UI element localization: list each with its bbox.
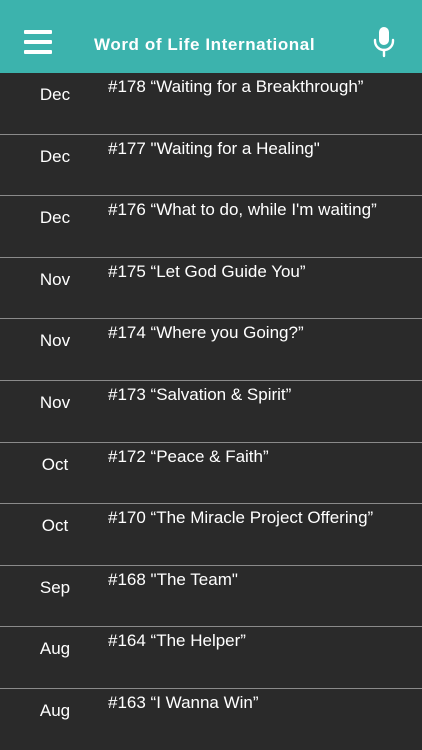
hamburger-menu-icon[interactable] xyxy=(24,30,52,55)
sermon-title: #173 “Salvation & Spirit” xyxy=(108,384,292,404)
app-header: Word of Life International xyxy=(0,0,422,73)
sermon-month: Sep xyxy=(39,577,71,597)
sermon-title: #172 “Peace & Faith” xyxy=(108,446,269,466)
sermon-list-item[interactable]: Oct #172 “Peace & Faith” xyxy=(0,442,422,505)
sermon-month: Dec xyxy=(39,85,71,104)
microphone-icon-glyph xyxy=(373,27,395,58)
microphone-icon[interactable] xyxy=(372,26,396,58)
sermon-title: #177 "Waiting for a Healing" xyxy=(108,138,320,158)
sermon-title: #168 "The Team" xyxy=(108,569,238,589)
menu-bar xyxy=(24,50,52,54)
sermon-month: Aug xyxy=(39,639,71,659)
sermon-list-item[interactable]: Aug #163 “I Wanna Win” xyxy=(0,688,422,750)
sermon-list: Dec #178 “Waiting for a Breakthrough” De… xyxy=(0,73,422,750)
sermon-month: Nov xyxy=(39,269,71,289)
sermon-month: Oct xyxy=(41,516,69,536)
menu-bar xyxy=(24,40,52,44)
sermon-list-item[interactable]: Sep #168 "The Team" xyxy=(0,565,422,628)
sermon-month: Nov xyxy=(39,392,71,412)
sermon-list-item[interactable]: Nov #174 “Where you Going?” xyxy=(0,319,422,381)
sermon-title: #176 “What to do, while I'm waiting” xyxy=(108,200,377,220)
app-screen: Word of Life International Dec #178 “Wai… xyxy=(0,0,422,750)
sermon-list-item[interactable]: Aug #164 “The Helper” xyxy=(0,627,422,689)
sermon-title: #178 “Waiting for a Breakthrough” xyxy=(108,77,364,96)
sermon-month: Aug xyxy=(39,700,71,720)
app-title: Word of Life International xyxy=(94,35,316,54)
sermon-month: Dec xyxy=(39,208,71,228)
sermon-month: Nov xyxy=(39,331,71,351)
sermon-list-item[interactable]: Nov #173 “Salvation & Spirit” xyxy=(0,380,422,443)
sermon-list-item[interactable]: Nov #175 “Let God Guide You” xyxy=(0,257,422,320)
sermon-list-item[interactable]: Dec #177 "Waiting for a Healing" xyxy=(0,134,422,197)
sermon-title: #175 “Let God Guide You” xyxy=(108,261,306,281)
sermon-title: #174 “Where you Going?” xyxy=(108,323,304,343)
sermon-list-item[interactable]: Dec #176 “What to do, while I'm waiting” xyxy=(0,196,422,258)
sermon-list-item[interactable]: Oct #170 “The Miracle Project Offering” xyxy=(0,504,422,566)
sermon-title: #163 “I Wanna Win” xyxy=(108,692,259,712)
sermon-list-item[interactable]: Dec #178 “Waiting for a Breakthrough” xyxy=(0,73,422,135)
menu-bar xyxy=(24,30,52,34)
sermon-month: Oct xyxy=(41,454,69,474)
sermon-title: #164 “The Helper” xyxy=(108,631,246,651)
sermon-title: #170 “The Miracle Project Offering” xyxy=(108,508,374,528)
sermon-month: Dec xyxy=(39,146,71,166)
